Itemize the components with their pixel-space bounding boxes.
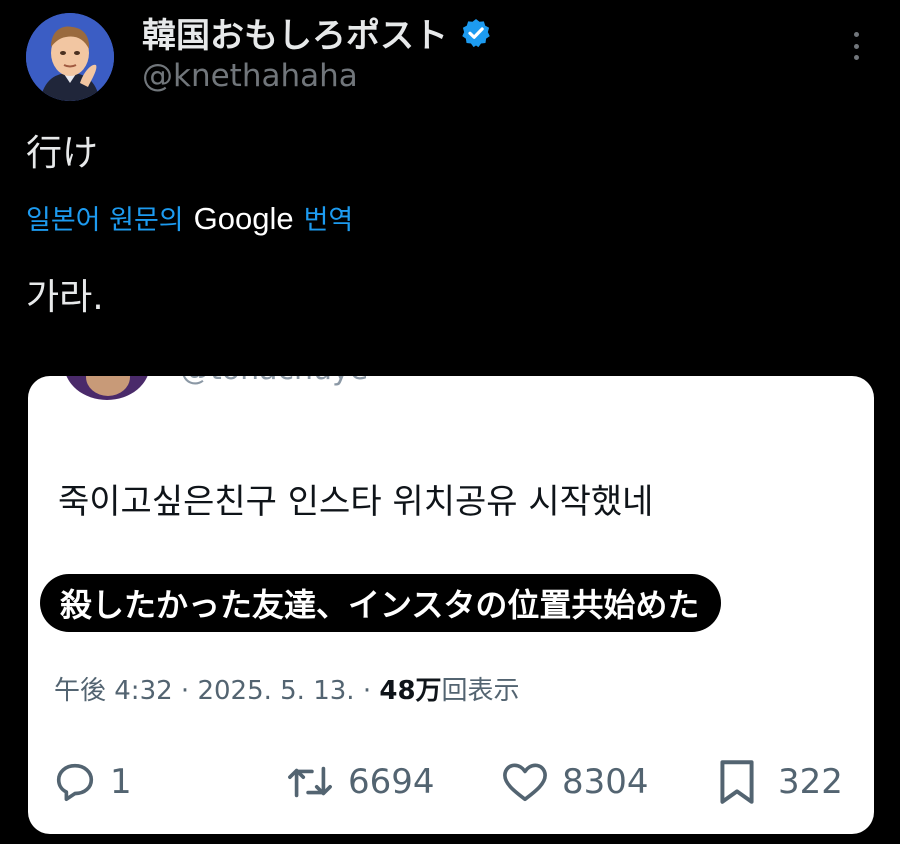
more-dot: [853, 43, 859, 49]
google-logo-text: Google: [193, 201, 294, 236]
like-button[interactable]: 8304: [500, 752, 649, 812]
more-dot: [853, 32, 859, 37]
like-count: 8304: [562, 762, 649, 802]
translated-text: 가라.: [26, 277, 104, 318]
display-name[interactable]: 韓国おもしろポスト: [142, 8, 448, 57]
bookmark-icon: [720, 760, 754, 804]
bookmark-count: 322: [778, 762, 843, 802]
embedded-timestamp: 午後 4:32 · 2025. 5. 13. ·: [54, 676, 380, 706]
embedded-view-suffix: 回表示: [441, 676, 520, 706]
bookmark-button[interactable]: 322: [714, 752, 843, 812]
user-handle[interactable]: @knethahaha: [142, 58, 358, 94]
retweet-icon: [288, 766, 332, 798]
embedded-handle: @tonachuye: [180, 376, 368, 387]
reply-count: 1: [110, 762, 132, 802]
reply-button[interactable]: 1: [52, 752, 132, 812]
heart-icon: [503, 763, 547, 802]
subtitle-caption: 殺したかった友達、インスタの位置共始めた: [40, 574, 722, 632]
reply-icon: [56, 763, 94, 802]
avatar[interactable]: [26, 13, 114, 101]
display-name-row[interactable]: 韓国おもしろポスト: [142, 8, 492, 57]
translation-suffix[interactable]: 번역: [304, 198, 354, 237]
verified-badge-icon: [460, 17, 492, 49]
embedded-screenshot-card[interactable]: @tonachuye 죽이고싶은친구 인스타 위치공유 시작했네 殺したかった友…: [28, 376, 874, 834]
more-dot: [853, 55, 859, 60]
embedded-avatar: [64, 376, 150, 400]
retweet-count: 6694: [348, 762, 435, 802]
translation-prefix[interactable]: 일본어 원문의: [26, 198, 184, 237]
tweet-text: 行け: [26, 133, 99, 174]
avatar-illustration: [26, 13, 114, 101]
embedded-avatar-face: [86, 376, 130, 396]
retweet-button[interactable]: 6694: [284, 752, 435, 812]
embedded-view-count: 48万: [379, 676, 442, 706]
tweet-page: 韓国おもしろポスト @knethahaha 行け 일본어 원문의 Google …: [0, 0, 900, 844]
embedded-meta: 午後 4:32 · 2025. 5. 13. · 48万回表示: [54, 670, 520, 707]
embedded-tweet-text: 죽이고싶은친구 인스타 위치공유 시작했네: [58, 482, 654, 522]
more-vertical-icon[interactable]: [842, 28, 870, 64]
subtitle-text: 殺したかった友達、インスタの位置共始めた: [60, 586, 700, 624]
translation-attribution[interactable]: 일본어 원문의 Google 번역: [26, 198, 353, 237]
